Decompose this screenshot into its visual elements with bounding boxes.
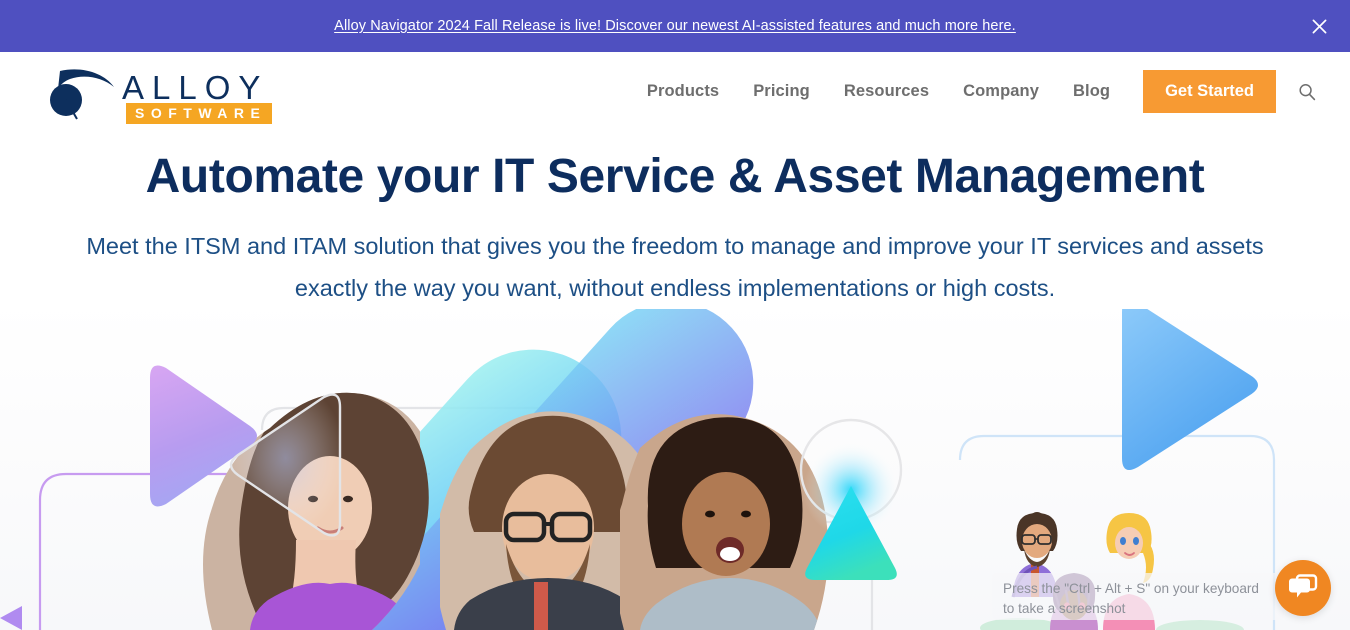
logo-wordmark: ALLOY (122, 68, 269, 106)
main-navigation: Products Pricing Resources Company Blog … (630, 70, 1324, 113)
chat-bubble-icon (1289, 574, 1318, 598)
nav-item-blog[interactable]: Blog (1056, 82, 1127, 101)
hero-section: Automate your IT Service & Asset Managem… (0, 131, 1350, 310)
announcement-link[interactable]: Alloy Navigator 2024 Fall Release is liv… (334, 18, 1016, 34)
banner-close-button[interactable] (1302, 9, 1336, 43)
purple-accent (0, 606, 22, 630)
page-title: Automate your IT Service & Asset Managem… (145, 150, 1205, 203)
logo-subwordmark: SOFTWARE (126, 102, 273, 124)
nav-item-products[interactable]: Products (630, 82, 736, 101)
nav-item-pricing[interactable]: Pricing (736, 82, 827, 101)
nav-item-resources[interactable]: Resources (827, 82, 946, 101)
site-header: ALLOY SOFTWARE Products Pricing Resource… (0, 52, 1350, 131)
search-button[interactable] (1294, 79, 1320, 105)
screenshot-hint-overlay: Press the "Ctrl + Alt + S" on your keybo… (992, 573, 1284, 620)
search-icon (1299, 83, 1316, 100)
blue-play-triangle (1122, 300, 1258, 470)
hero-subtitle: Meet the ITSM and ITAM solution that giv… (86, 232, 1264, 301)
close-icon (1312, 19, 1326, 33)
nav-item-company[interactable]: Company (946, 82, 1056, 101)
announcement-banner: Alloy Navigator 2024 Fall Release is liv… (0, 0, 1350, 52)
logo[interactable]: ALLOY SOFTWARE (44, 61, 273, 124)
get-started-button[interactable]: Get Started (1143, 70, 1276, 113)
chat-widget-button[interactable] (1275, 560, 1331, 616)
alloy-swoosh-icon (50, 68, 114, 120)
